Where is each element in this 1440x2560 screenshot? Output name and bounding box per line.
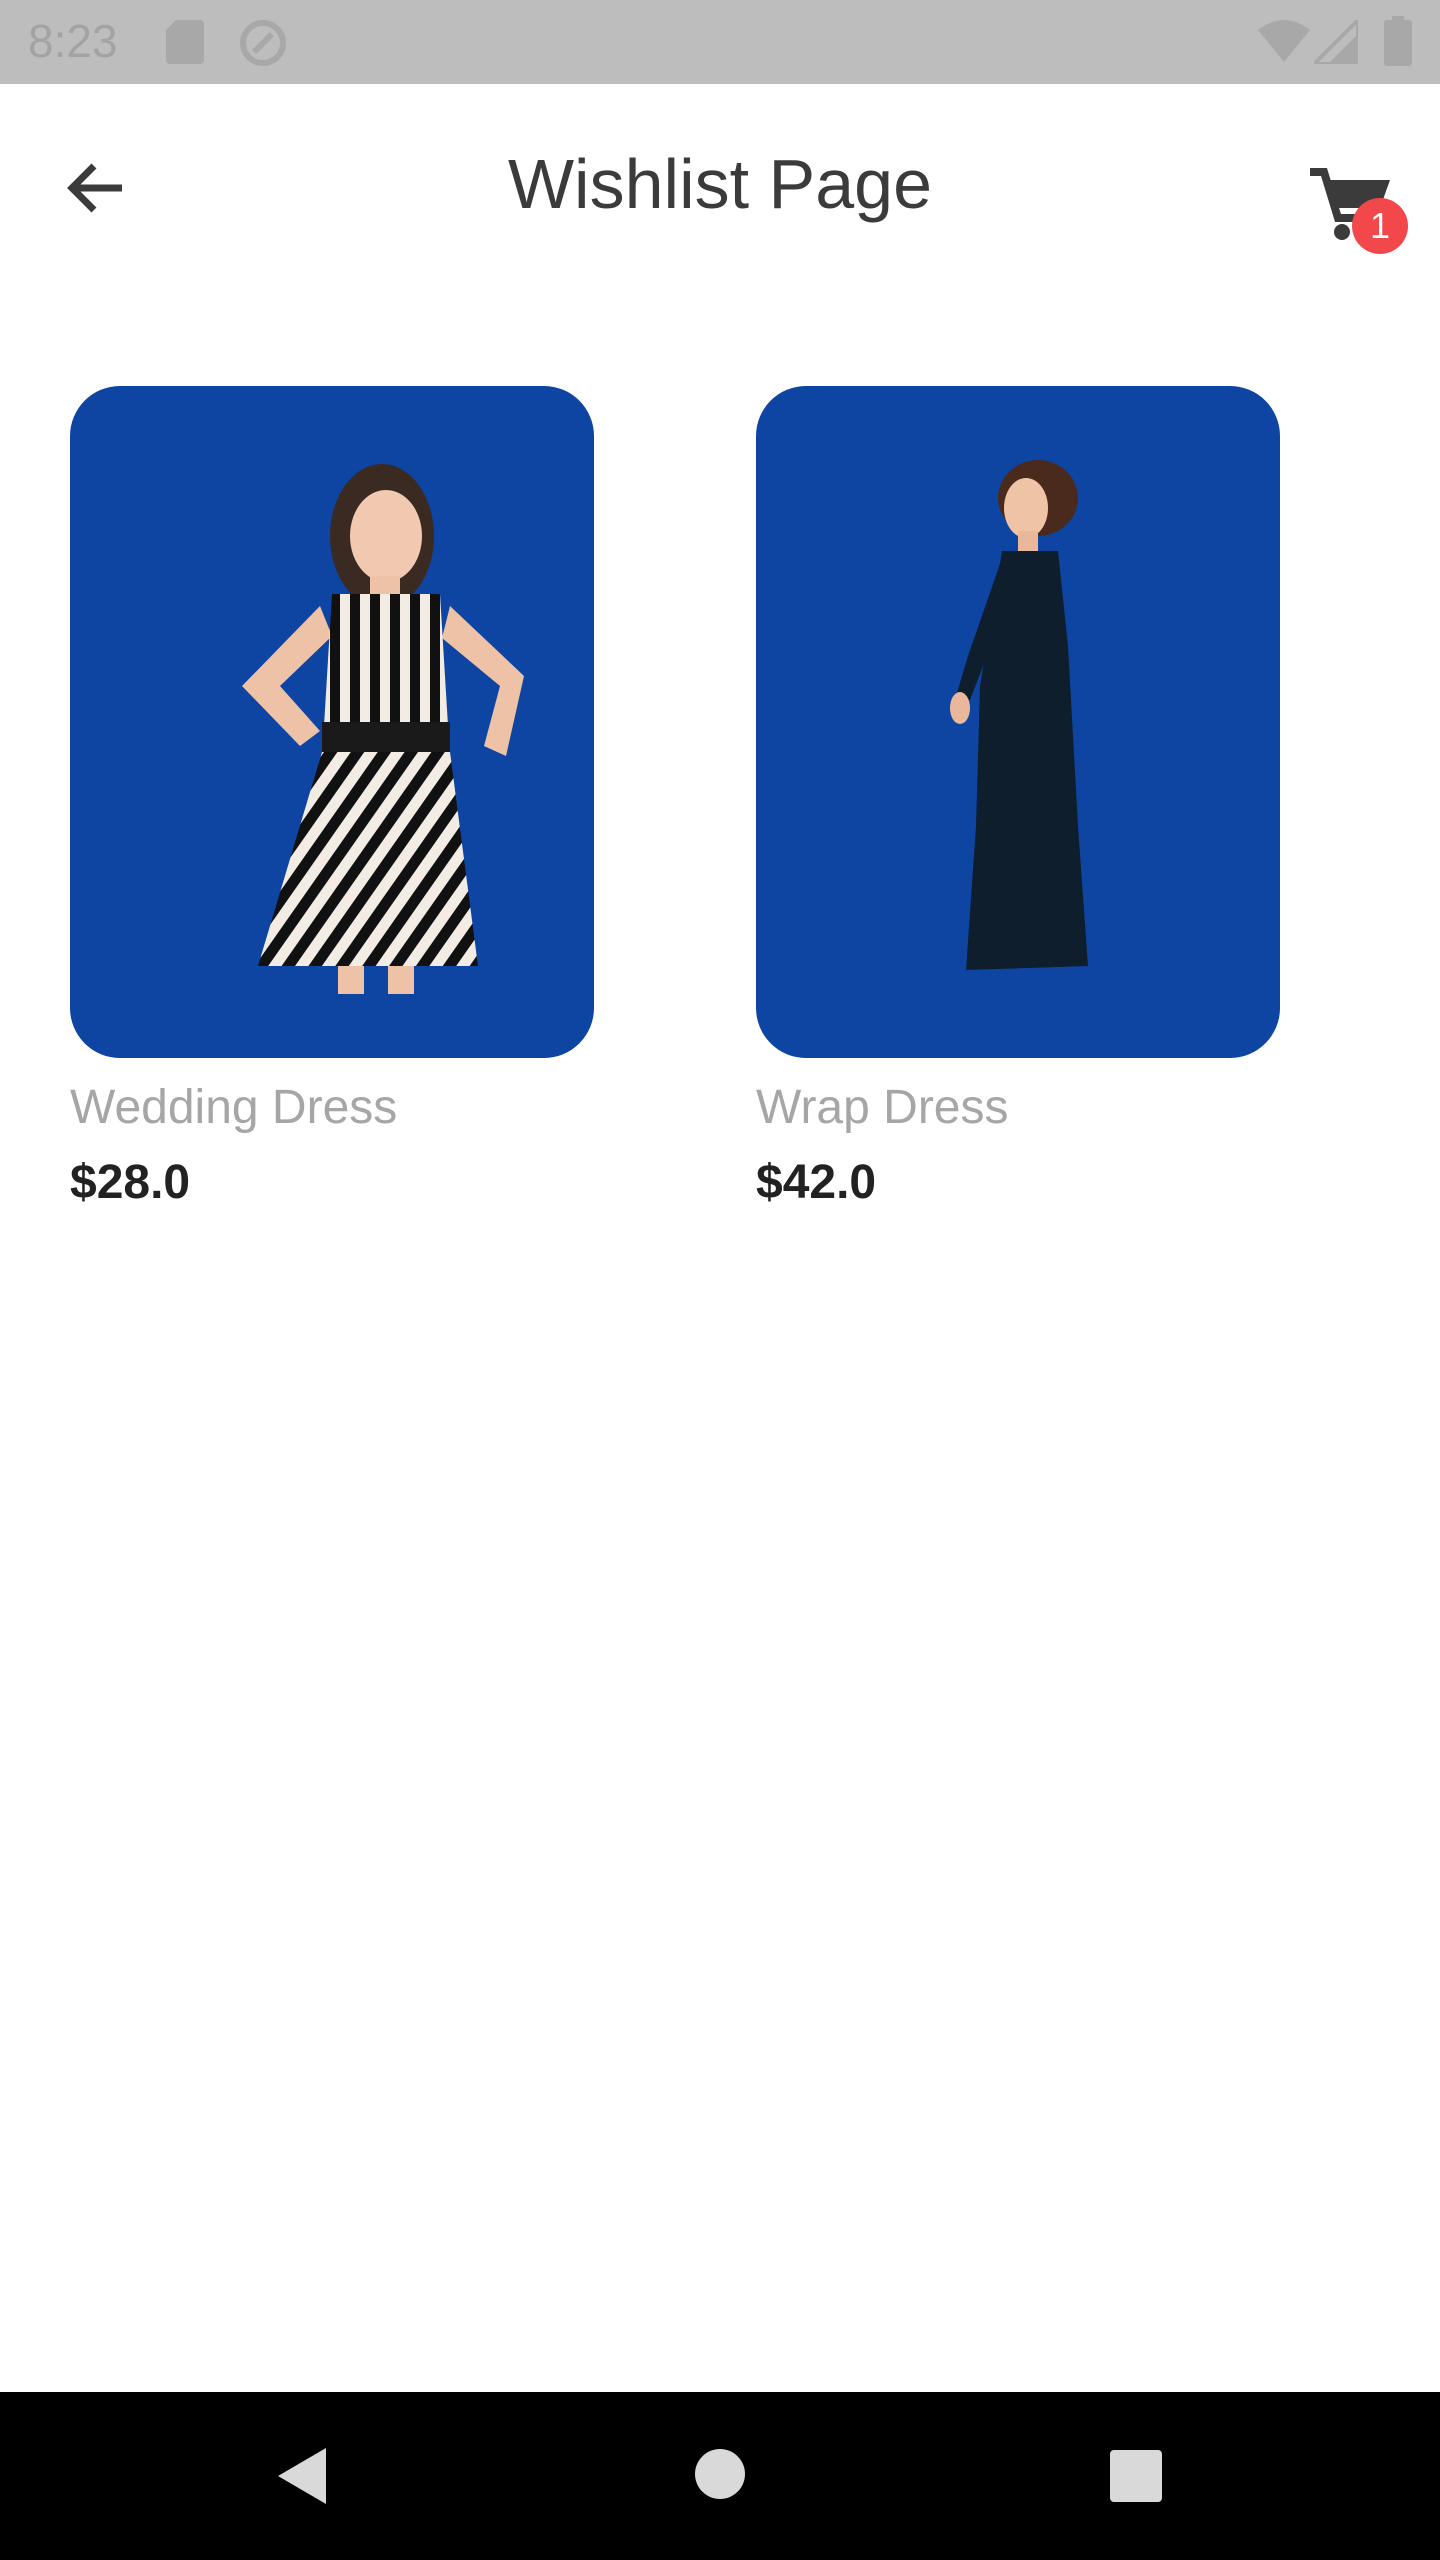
product-price: $42.0 [756,1156,877,1209]
product-image [70,386,594,1058]
striped-dress-model-image [242,464,524,994]
home-circle-icon[interactable] [694,2448,746,2500]
back-triangle-icon[interactable] [274,2446,330,2506]
signal-icon [1314,20,1358,64]
page-title: Wishlist Page [507,145,933,223]
sync-disabled-icon [240,20,286,66]
long-dark-dress-model-image [950,460,1088,970]
battery-icon [1384,16,1412,66]
status-time: 8:23 [28,15,118,67]
product-image [756,386,1280,1058]
system-nav-bar [0,2392,1440,2560]
product-price: $28.0 [70,1156,191,1209]
product-name: Wrap Dress [756,1081,1009,1134]
wifi-icon [1258,20,1310,62]
product-card-wedding-dress[interactable]: Wedding Dress $28.0 [70,386,594,1210]
product-name: Wedding Dress [70,1081,398,1134]
status-bar: 8:23 [0,0,1440,84]
sd-card-icon [166,20,204,64]
cart-badge: 1 [1352,198,1408,254]
product-card-wrap-dress[interactable]: Wrap Dress $42.0 [756,386,1280,1210]
app-bar: Wishlist Page 1 [0,84,1440,280]
recents-square-icon[interactable] [1110,2450,1162,2502]
